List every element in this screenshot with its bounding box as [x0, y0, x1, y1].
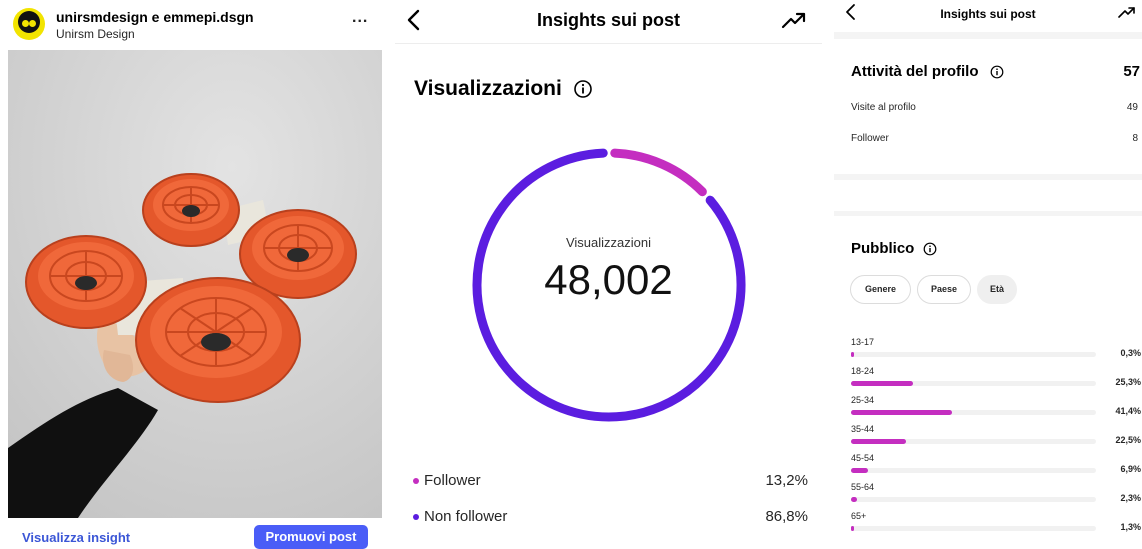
age-bar-track [851, 497, 1096, 502]
age-label: 35-44 [851, 424, 875, 434]
section-divider [834, 174, 1142, 180]
non-follower-dot [413, 514, 419, 520]
age-value: 25,3% [1115, 377, 1141, 387]
age-label: 13-17 [851, 337, 875, 347]
section-divider [834, 32, 1142, 39]
age-bar-fill [851, 468, 868, 473]
views-heading: Visualizzazioni [414, 77, 562, 100]
info-icon[interactable] [573, 79, 593, 99]
age-bar-track [851, 468, 1096, 473]
age-row: 45-54 6,9% [851, 453, 1141, 479]
legend-value: 86,8% [765, 508, 808, 525]
audience-title: Pubblico [851, 240, 915, 257]
post-header: unirsmdesign e emmepi.dsgn Unirsm Design… [0, 0, 392, 50]
activity-row: Follower 8 [851, 133, 1138, 144]
legend-non-follower: Non follower 86,8% [413, 508, 808, 528]
screenshot-collage: unirsmdesign e emmepi.dsgn Unirsm Design… [0, 0, 1142, 549]
profile-topbar: Insights sui post [834, 0, 1142, 30]
activity-title: Attività del profilo [851, 63, 979, 80]
donut-label: Visualizzazioni [565, 235, 652, 250]
post-image [8, 50, 382, 518]
age-value: 2,3% [1120, 493, 1141, 503]
age-label: 25-34 [851, 395, 875, 405]
age-value: 0,3% [1120, 348, 1141, 358]
activity-value: 49 [1126, 102, 1138, 113]
total-views-value: 48,002 [544, 256, 673, 303]
more-icon[interactable]: ... [352, 9, 368, 27]
trend-icon[interactable] [1118, 5, 1136, 19]
age-bar-track [851, 352, 1096, 357]
donut-segment-follower [610, 148, 707, 197]
avatar-eye-right [29, 20, 36, 27]
tab-age[interactable]: Età [977, 275, 1017, 304]
legend-follower: Follower 13,2% [413, 472, 808, 492]
legend-label: Follower [424, 472, 481, 489]
avatar-eye-left [22, 20, 29, 27]
age-row: 65+ 1,3% [851, 511, 1141, 537]
age-value: 22,5% [1115, 435, 1141, 445]
age-bar-fill [851, 352, 854, 357]
info-icon[interactable] [990, 65, 1004, 79]
insights-title: Insights sui post [536, 10, 680, 30]
activity-label: Follower [851, 133, 889, 144]
age-label: 55-64 [851, 482, 875, 492]
tab-country[interactable]: Paese [917, 275, 971, 304]
profile-title: Insights sui post [940, 7, 1036, 21]
age-row: 35-44 22,5% [851, 424, 1141, 450]
account-name[interactable]: unirsmdesign e emmepi.dsgn [56, 9, 254, 25]
view-insights-link[interactable]: Visualizza insight [22, 530, 130, 545]
age-label: 18-24 [851, 366, 875, 376]
age-row: 25-34 41,4% [851, 395, 1141, 421]
age-row: 13-17 0,3% [851, 337, 1141, 363]
age-bar-track [851, 526, 1096, 531]
age-value: 41,4% [1115, 406, 1141, 416]
post-panel: unirsmdesign e emmepi.dsgn Unirsm Design… [0, 0, 392, 549]
age-label: 65+ [851, 511, 867, 521]
activity-row: Visite al profilo 49 [851, 102, 1138, 113]
insights-topbar: Insights sui post [395, 0, 822, 44]
activity-value: 8 [1132, 133, 1138, 144]
account-avatar[interactable] [13, 8, 45, 40]
age-bar-fill [851, 410, 952, 415]
insights-panel: Insights sui post Visualizzazioni Visual… [395, 0, 822, 549]
follower-dot [413, 478, 419, 484]
legend-label: Non follower [424, 508, 508, 525]
promote-post-button[interactable]: Promuovi post [254, 525, 368, 549]
legend-value: 13,2% [765, 472, 808, 489]
age-row: 18-24 25,3% [851, 366, 1141, 392]
trend-icon[interactable] [781, 10, 807, 30]
tab-gender[interactable]: Genere [850, 275, 911, 304]
age-bar-fill [851, 439, 906, 444]
age-label: 45-54 [851, 453, 875, 463]
age-value: 6,9% [1120, 464, 1141, 474]
age-row: 55-64 2,3% [851, 482, 1141, 508]
account-subtitle: Unirsm Design [56, 27, 135, 41]
age-bar-fill [851, 381, 913, 386]
section-divider [834, 211, 1142, 216]
age-value: 1,3% [1120, 522, 1141, 532]
info-icon[interactable] [923, 242, 937, 256]
age-bar-fill [851, 497, 857, 502]
profile-insights-panel: Insights sui post Attività del profilo 5… [834, 0, 1142, 549]
activity-label: Visite al profilo [851, 102, 916, 113]
drone-illustration [8, 50, 382, 518]
age-bar-fill [851, 526, 855, 531]
activity-total: 57 [1123, 63, 1140, 80]
